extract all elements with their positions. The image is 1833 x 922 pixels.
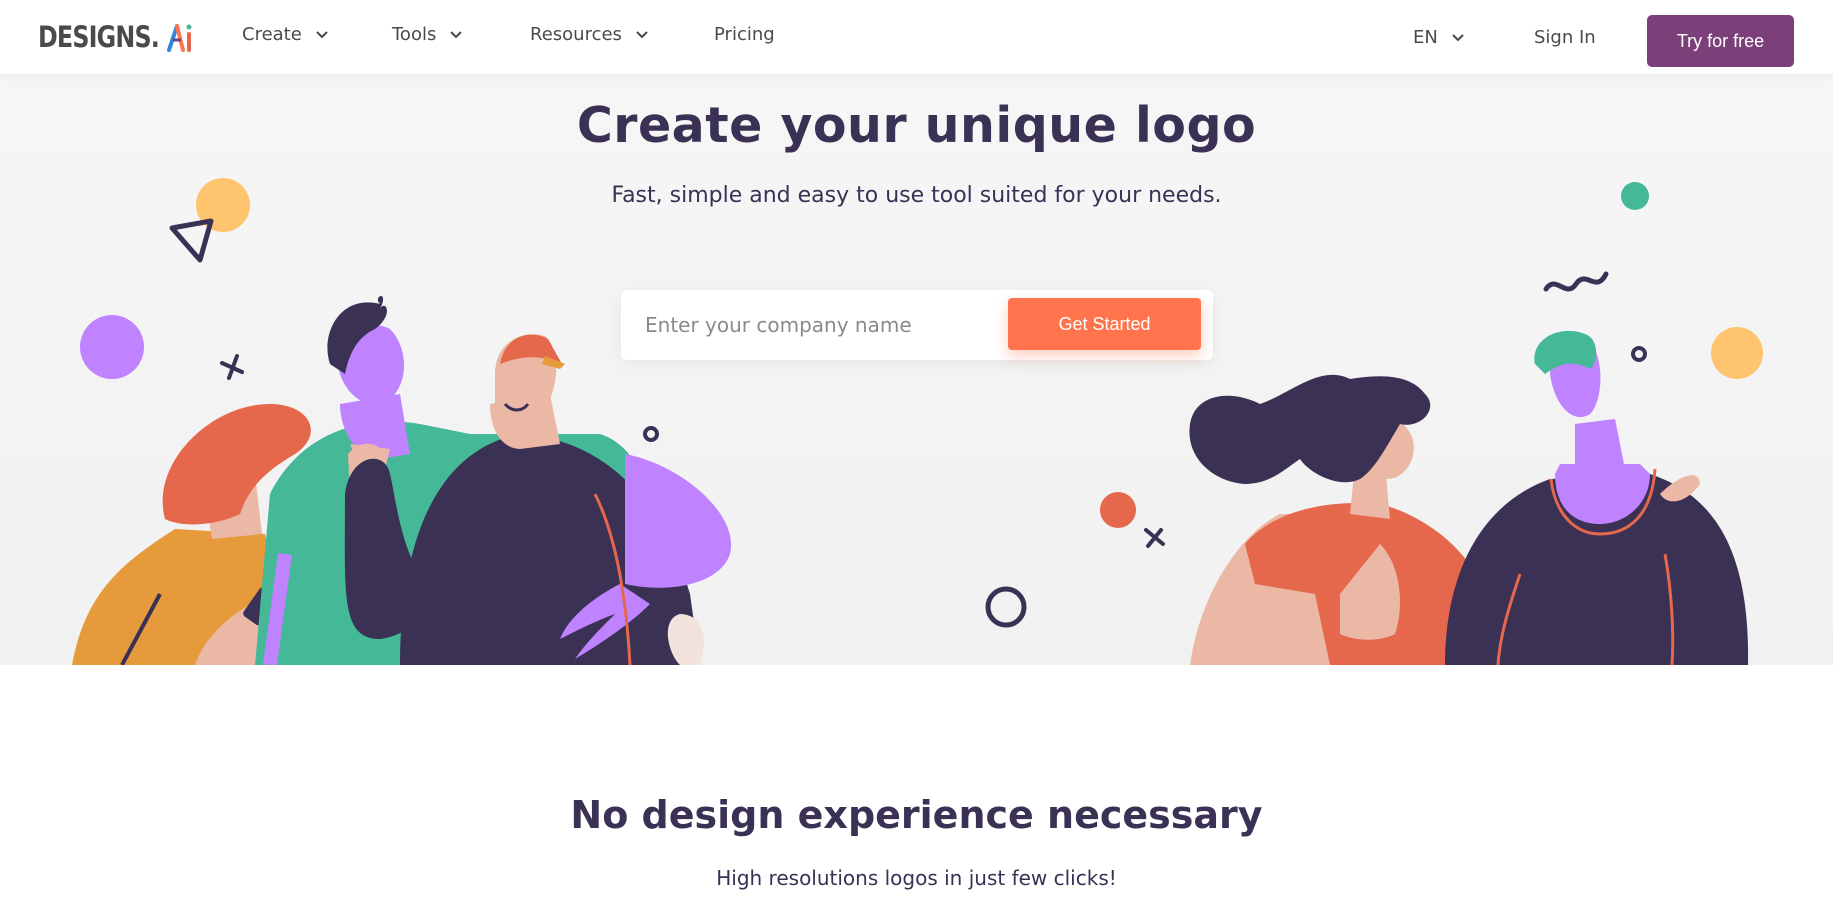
- hero-subtitle: Fast, simple and easy to use tool suited…: [611, 183, 1222, 208]
- chevron-down-icon: [636, 30, 648, 38]
- yellow-circle-decoration: [1711, 327, 1763, 379]
- hero-illustration: [72, 178, 1763, 665]
- language-selector[interactable]: EN: [1413, 27, 1466, 48]
- ring-small-decoration: [1631, 346, 1647, 362]
- chevron-down-icon: [1452, 33, 1464, 41]
- nav-resources-label: Resources: [530, 24, 622, 45]
- chevron-down-icon: [450, 30, 463, 38]
- try-for-free-button[interactable]: Try for free: [1647, 15, 1794, 67]
- brand-logo[interactable]: DESIGNS.: [38, 20, 192, 54]
- lilac-circle-decoration: [80, 315, 144, 379]
- ai-logo-icon: [167, 24, 192, 52]
- nav-pricing[interactable]: Pricing: [714, 24, 775, 45]
- company-name-form: Get Started: [621, 290, 1213, 360]
- nav-tools-label: Tools: [392, 24, 437, 45]
- nav-tools[interactable]: Tools: [392, 24, 464, 45]
- man-dark-figure: [1445, 330, 1749, 665]
- brand-logo-text: DESIGNS.: [38, 20, 160, 54]
- hero-title: Create your unique logo: [576, 97, 1257, 154]
- nav-pricing-label: Pricing: [714, 24, 775, 45]
- cross-decoration: [220, 354, 244, 380]
- company-name-input[interactable]: [645, 306, 1015, 344]
- woman-coral-figure: [1189, 374, 1490, 665]
- coral-circle-decoration: [1100, 492, 1136, 528]
- ring-large-decoration: [985, 586, 1027, 628]
- triangle-outline-decoration: [169, 218, 214, 263]
- ring-small-decoration: [643, 426, 659, 442]
- squiggle-decoration: [1543, 271, 1609, 292]
- language-label: EN: [1413, 27, 1438, 48]
- top-navbar: DESIGNS. Create Tools Resources Pricing …: [0, 0, 1833, 74]
- section-subtitle: High resolutions logos in just few click…: [716, 866, 1117, 890]
- hero-section: Create your unique logo Fast, simple and…: [0, 74, 1833, 665]
- chevron-down-icon: [316, 30, 328, 38]
- cross-decoration: [1144, 528, 1165, 548]
- section-title: No design experience necessary: [570, 793, 1263, 837]
- get-started-button[interactable]: Get Started: [1008, 298, 1201, 350]
- nav-create[interactable]: Create: [242, 24, 330, 45]
- nav-create-label: Create: [242, 24, 302, 45]
- sign-in-link[interactable]: Sign In: [1534, 27, 1596, 48]
- nav-resources[interactable]: Resources: [530, 24, 650, 45]
